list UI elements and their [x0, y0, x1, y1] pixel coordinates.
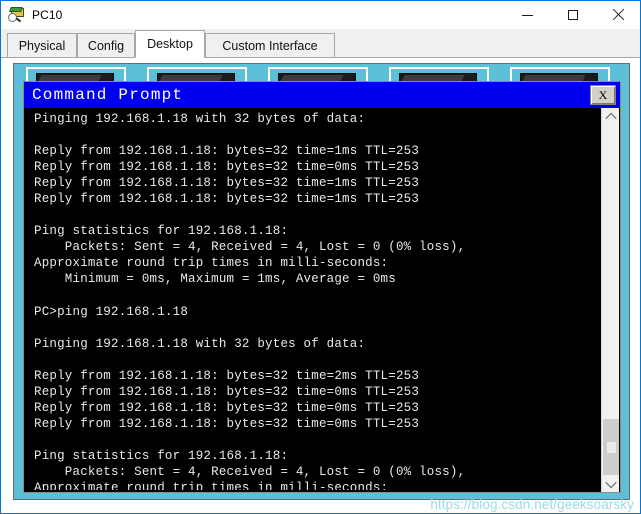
command-prompt-close-button[interactable]: X [590, 85, 616, 105]
maximize-icon [567, 10, 578, 20]
tab-physical[interactable]: Physical [7, 33, 77, 58]
scrollbar-thumb[interactable] [603, 419, 619, 477]
close-icon [612, 9, 624, 21]
terminal-output-text: Pinging 192.168.1.18 with 32 bytes of da… [34, 112, 466, 490]
minimize-icon [522, 14, 533, 16]
tab-config[interactable]: Config [77, 33, 135, 58]
command-prompt-titlebar: Command Prompt X [24, 82, 620, 108]
chevron-up-icon [604, 112, 617, 124]
tab-custom-interface[interactable]: Custom Interface [205, 33, 335, 58]
titlebar-left: PC10 [1, 7, 505, 23]
chevron-down-icon [604, 476, 617, 488]
maximize-button[interactable] [550, 1, 595, 29]
scroll-down-arrow[interactable] [602, 475, 619, 492]
terminal-output-area[interactable]: Pinging 192.168.1.18 with 32 bytes of da… [28, 108, 616, 490]
window-controls [505, 1, 640, 29]
close-button[interactable] [595, 1, 640, 29]
scrollbar-grip [607, 442, 616, 453]
terminal-scrollbar[interactable] [601, 108, 619, 492]
minimize-button[interactable] [505, 1, 550, 29]
tab-desktop[interactable]: Desktop [135, 30, 205, 58]
desktop-panel: Command Prompt X Pinging 192.168.1.18 wi… [13, 63, 630, 500]
tab-bar: Physical Config Desktop Custom Interface [1, 29, 640, 58]
scroll-up-arrow[interactable] [602, 108, 619, 125]
command-prompt-window: Command Prompt X Pinging 192.168.1.18 wi… [23, 81, 621, 493]
window-titlebar: PC10 [1, 1, 640, 29]
network-device-icon [8, 7, 25, 23]
window-title: PC10 [32, 8, 63, 22]
pc10-window: PC10 Physical Config Desktop Custom Inte… [0, 0, 641, 514]
command-prompt-title: Command Prompt [32, 86, 184, 104]
